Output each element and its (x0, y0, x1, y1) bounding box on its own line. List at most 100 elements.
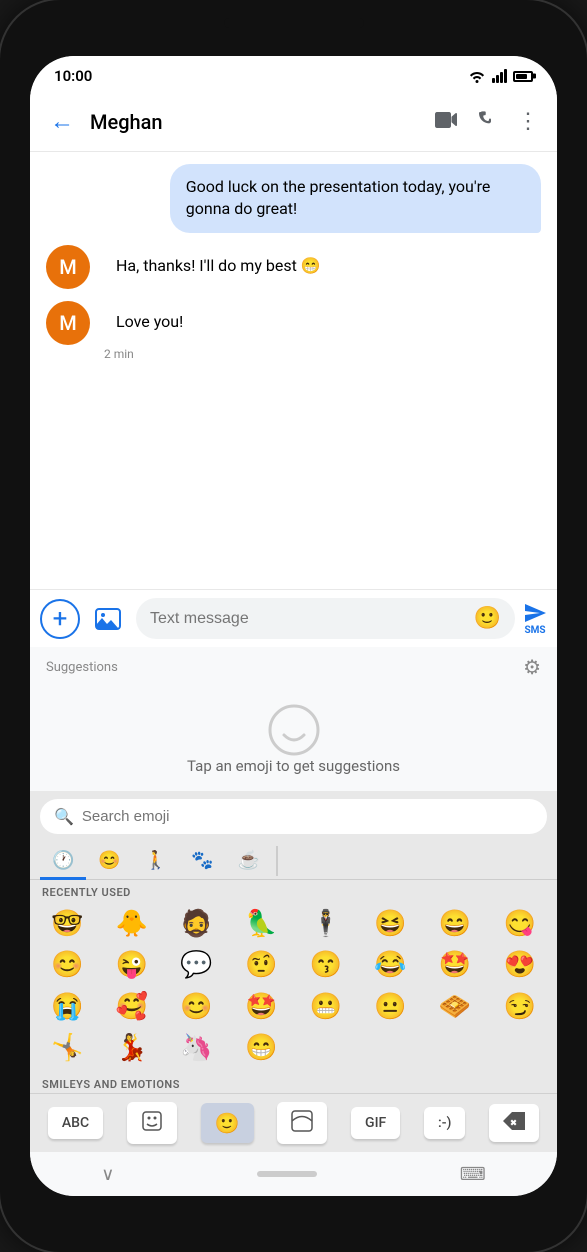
suggestions-label: Suggestions (46, 660, 118, 675)
message-input[interactable] (150, 610, 466, 628)
phone-screen: 10:00 ← Meg (30, 56, 557, 1196)
emoji-wow[interactable]: 🤩 (230, 988, 293, 1027)
nav-back-button[interactable]: ∨ (101, 1164, 114, 1185)
backspace-button[interactable] (489, 1104, 539, 1142)
backspace-icon (503, 1112, 525, 1130)
status-bar: 10:00 (30, 56, 557, 92)
emoji-wink[interactable]: 😜 (101, 946, 164, 985)
emoji-yum[interactable]: 😋 (488, 905, 551, 944)
emoji-love[interactable]: 🥰 (101, 988, 164, 1027)
emoticon-label: :-) (438, 1115, 451, 1131)
send-label: SMS (524, 625, 545, 636)
received-message-1: M Ha, thanks! I'll do my best 😁 (46, 245, 541, 289)
received-bubble: Ha, thanks! I'll do my best 😁 (100, 245, 337, 287)
phone-frame: 10:00 ← Meg (0, 0, 587, 1252)
sticker2-button[interactable] (277, 1102, 327, 1144)
emoji-neutral[interactable]: 😐 (359, 988, 422, 1027)
message-timestamp: 2 min (104, 347, 199, 361)
emoji-suit[interactable]: 🕴 (295, 905, 358, 944)
emoji-parrot[interactable]: 🦜 (230, 905, 293, 944)
received-message-2: M Love you! 2 min (46, 301, 541, 361)
nav-keyboard-button[interactable]: ⌨ (460, 1164, 486, 1185)
emoji-mode-icon: 🙂 (215, 1111, 240, 1135)
keyboard-bottom-bar: ABC 🙂 GIF :-) (30, 1093, 557, 1152)
suggestions-hint: Tap an emoji to get suggestions (187, 757, 400, 775)
search-icon: 🔍 (54, 807, 74, 826)
tab-recent[interactable]: 🕐 (40, 842, 86, 879)
emoji-laugh[interactable]: 😆 (359, 905, 422, 944)
emoji-happy[interactable]: 😄 (424, 905, 487, 944)
emoji-unicorn[interactable]: 🦄 (165, 1029, 228, 1068)
avatar: M (46, 245, 90, 289)
emoji-search-box[interactable]: 🔍 (40, 799, 547, 834)
sent-message-text: Good luck on the presentation today, you… (186, 177, 491, 218)
emoji-smile[interactable]: 😊 (36, 946, 99, 985)
smileys-label: SMILEYS AND EMOTIONS (30, 1072, 557, 1093)
emoji-chick[interactable]: 🐥 (101, 905, 164, 944)
app-bar-actions: ⋮ (429, 103, 545, 141)
tab-people[interactable]: 🚶 (133, 842, 179, 879)
more-options-button[interactable]: ⋮ (511, 103, 545, 140)
add-button[interactable]: + (40, 599, 80, 639)
emoji-beard[interactable]: 🧔 (165, 905, 228, 944)
send-sms-button[interactable]: SMS (523, 601, 547, 636)
smiley-placeholder (267, 703, 321, 757)
emoji-cry[interactable]: 😭 (36, 988, 99, 1027)
emoji-grin[interactable]: 😁 (230, 1029, 293, 1068)
status-icons (468, 69, 533, 83)
emoji-cartwheel[interactable]: 🤸 (36, 1029, 99, 1068)
emoji-dancer[interactable]: 💃 (101, 1029, 164, 1068)
status-time: 10:00 (54, 67, 92, 85)
emoji-grimace[interactable]: 😬 (295, 988, 358, 1027)
sticker-button[interactable] (127, 1102, 177, 1144)
nav-home-pill[interactable] (257, 1171, 317, 1177)
emoji-star-eyes[interactable]: 🤩 (424, 946, 487, 985)
wifi-icon (468, 69, 486, 83)
suggestions-bar: Suggestions ⚙ (30, 647, 557, 687)
emoji-heart-eyes[interactable]: 😍 (488, 946, 551, 985)
battery-icon (513, 71, 533, 82)
emoji-search-row: 🔍 (30, 791, 557, 842)
abc-button[interactable]: ABC (48, 1107, 103, 1139)
emoji-mode-button[interactable]: 🙂 (201, 1103, 254, 1143)
sticker-icon (141, 1110, 163, 1132)
suggestions-settings-button[interactable]: ⚙ (523, 655, 541, 679)
tab-food[interactable]: ☕ (226, 842, 272, 879)
gif-label: GIF (365, 1115, 386, 1131)
emoji-raised-brow[interactable]: 🤨 (230, 946, 293, 985)
emoticon-button[interactable]: :-) (424, 1107, 465, 1139)
app-bar: ← Meghan ⋮ (30, 92, 557, 152)
received-bubble-2: Love you! (100, 301, 199, 343)
emoji-kiss[interactable]: 😙 (295, 946, 358, 985)
message-input-bar: + 🙂 SMS (30, 589, 557, 647)
phone-call-button[interactable] (471, 103, 503, 141)
tab-animals[interactable]: 🐾 (179, 842, 225, 879)
emoji-blush[interactable]: 😊 (165, 988, 228, 1027)
text-input-wrap[interactable]: 🙂 (136, 598, 515, 639)
emoji-search-input[interactable] (82, 808, 533, 825)
emoji-nerd[interactable]: 🤓 (36, 905, 99, 944)
signal-icon (492, 69, 507, 83)
emoji-smirk[interactable]: 😏 (488, 988, 551, 1027)
emoji-speech[interactable]: 💬 (165, 946, 228, 985)
sent-message-1: Good luck on the presentation today, you… (170, 164, 541, 233)
emoji-keyboard: 🔍 🕐 😊 🚶 🐾 ☕ RECENTLY USED 🤓 🐥 🧔 🦜 (30, 791, 557, 1152)
media-button[interactable] (88, 599, 128, 639)
messages-area: Good luck on the presentation today, you… (30, 152, 557, 589)
emoji-picker-button[interactable]: 🙂 (474, 606, 501, 631)
emoji-waffle[interactable]: 🧇 (424, 988, 487, 1027)
tab-smileys[interactable]: 😊 (86, 842, 132, 879)
abc-label: ABC (62, 1115, 89, 1131)
video-call-button[interactable] (429, 103, 463, 140)
recently-used-grid: 🤓 🐥 🧔 🦜 🕴 😆 😄 😋 😊 😜 💬 🤨 😙 😂 🤩 😍 😭 🥰 😊 (30, 901, 557, 1072)
received-bubble-content: Ha, thanks! I'll do my best 😁 (100, 245, 337, 287)
emoji-tears[interactable]: 😂 (359, 946, 422, 985)
notch (224, 18, 364, 28)
nav-bar: ∨ ⌨ (30, 1152, 557, 1196)
received-bubble-content-2: Love you! 2 min (100, 301, 199, 361)
avatar-2: M (46, 301, 90, 345)
gif-button[interactable]: GIF (351, 1107, 400, 1139)
emoji-category-tabs: 🕐 😊 🚶 🐾 ☕ (30, 842, 557, 880)
recently-used-label: RECENTLY USED (30, 880, 557, 901)
back-button[interactable]: ← (42, 103, 82, 140)
